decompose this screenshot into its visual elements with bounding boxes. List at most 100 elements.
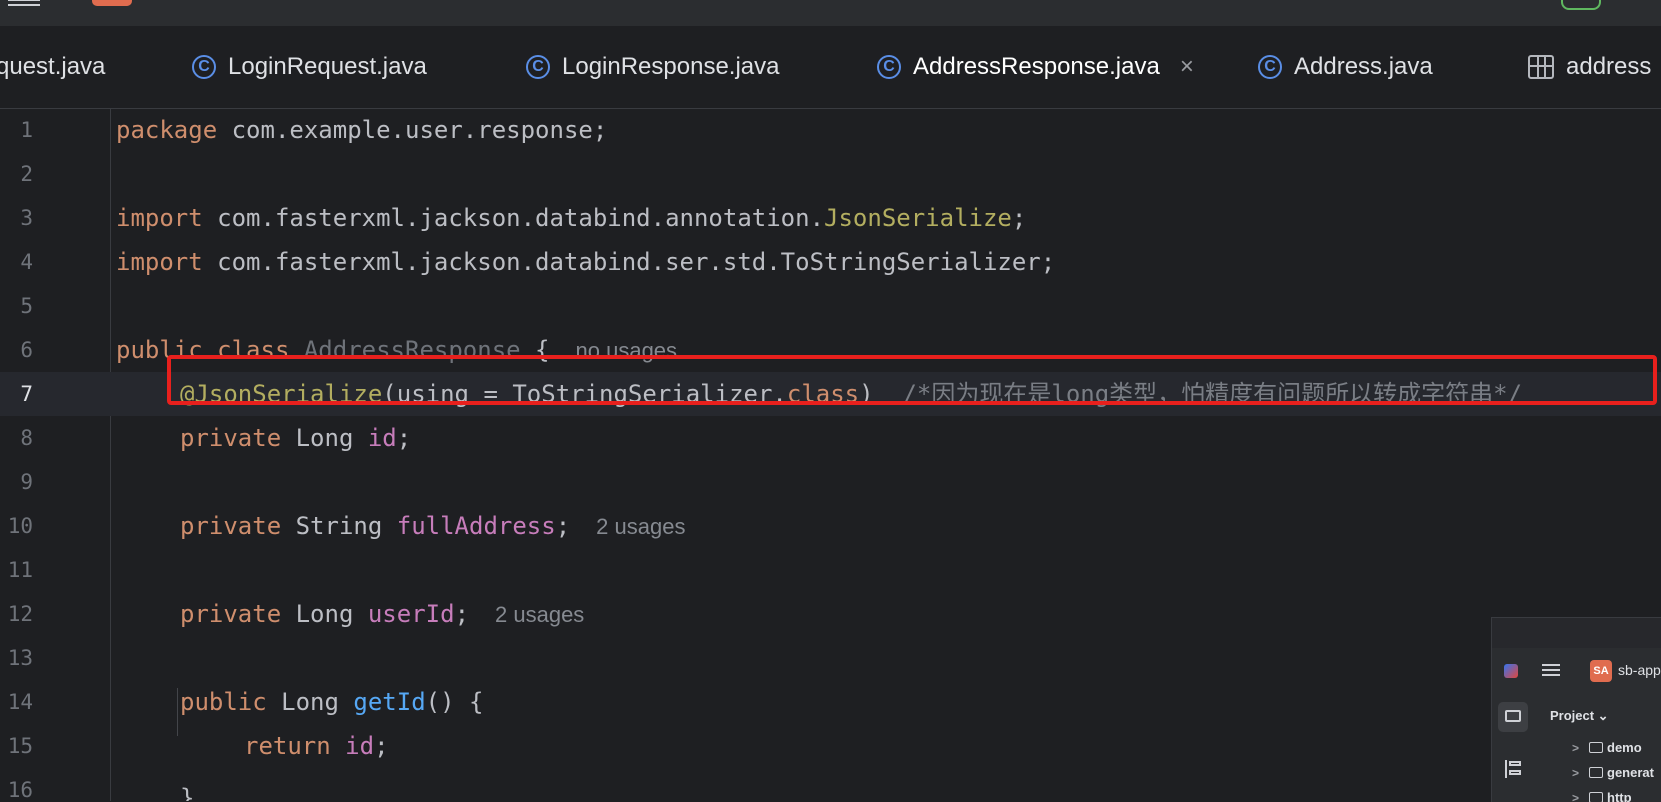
code-text: ;: [556, 512, 570, 540]
table-icon: [1528, 55, 1554, 79]
keyword: private: [180, 424, 281, 452]
code-line: 4 import com.fasterxml.jackson.databind.…: [0, 240, 1661, 284]
tree-item-label: demo: [1607, 740, 1642, 755]
code-line: 10 private String fullAddress; 2 usages: [0, 504, 1661, 548]
code-line: 9: [0, 460, 1661, 504]
code-line: 3 import com.fasterxml.jackson.databind.…: [0, 196, 1661, 240]
code-text: ;: [397, 424, 411, 452]
code-line: 5: [0, 284, 1661, 328]
tab-login-request[interactable]: C LoginRequest.java: [192, 26, 427, 108]
field-name: id: [345, 732, 374, 760]
code-line: 2: [0, 152, 1661, 196]
tab-label: quest.java: [0, 53, 105, 81]
field-name: fullAddress: [397, 512, 556, 540]
line-number: 11: [0, 548, 33, 592]
line-number: 10: [0, 504, 33, 548]
line-number: 2: [0, 152, 33, 196]
field-name: id: [368, 424, 397, 452]
code-text: ;: [455, 600, 469, 628]
line-number: 1: [0, 108, 33, 152]
tab-label: LoginResponse.java: [562, 53, 780, 81]
keyword: import: [116, 248, 203, 276]
keyword: package: [116, 116, 217, 144]
line-number: 13: [0, 636, 33, 680]
line-number: 12: [0, 592, 33, 636]
tab-address-response[interactable]: C AddressResponse.java ×: [877, 26, 1194, 108]
tab-address-java[interactable]: C Address.java: [1258, 26, 1433, 108]
folder-icon: [1505, 710, 1521, 722]
code-text: String: [281, 512, 397, 540]
ide-thumbnail: SA sb-app Project ⌄ > demo >generat > http: [1491, 617, 1661, 802]
line-number: 8: [0, 416, 33, 460]
line-number: 14: [0, 680, 33, 724]
main-menu-icon[interactable]: [8, 0, 40, 6]
field-name: userId: [368, 600, 455, 628]
code-text: }: [180, 784, 194, 801]
project-panel-label[interactable]: Project ⌄: [1550, 708, 1609, 724]
code-text: com.fasterxml.jackson.databind.annotatio…: [203, 204, 824, 232]
class-icon: C: [192, 55, 216, 79]
structure-icon[interactable]: [1505, 760, 1521, 778]
line-number: 4: [0, 240, 33, 284]
tree-item[interactable]: > demo: [1572, 740, 1642, 755]
usage-hint[interactable]: 2 usages: [596, 514, 685, 539]
tab-label: AddressResponse.java: [913, 53, 1160, 81]
chevron-right-icon: >: [1572, 766, 1579, 780]
tree-item[interactable]: > http: [1572, 790, 1632, 802]
status-icon[interactable]: [1561, 0, 1601, 10]
code-line: 11: [0, 548, 1661, 592]
chevron-right-icon: >: [1572, 791, 1579, 802]
line-number: 5: [0, 284, 33, 328]
code-line: 13: [0, 636, 1661, 680]
annotation-highlight-box: [167, 355, 1657, 405]
indent-guide: [177, 688, 178, 736]
code-line: 15 return id;: [0, 724, 1661, 768]
code-text: com.example.user.response;: [217, 116, 607, 144]
usage-hint[interactable]: 2 usages: [495, 602, 584, 627]
project-badge-icon[interactable]: [92, 0, 132, 6]
line-number: 7: [0, 372, 33, 416]
ide-logo-icon: [1504, 664, 1518, 678]
tab-label: address: [1566, 53, 1651, 81]
keyword: public: [180, 688, 267, 716]
tree-item[interactable]: >generat: [1572, 765, 1654, 780]
class-icon: C: [526, 55, 550, 79]
keyword: private: [180, 512, 281, 540]
code-text: Long: [281, 424, 368, 452]
tab-login-response[interactable]: C LoginResponse.java: [526, 26, 780, 108]
method-name: getId: [353, 688, 425, 716]
project-badge: SA: [1590, 660, 1612, 682]
line-number: 15: [0, 724, 33, 768]
tab-address-table[interactable]: address: [1528, 26, 1651, 108]
line-number: 16: [0, 768, 33, 801]
close-icon[interactable]: ×: [1180, 53, 1194, 81]
code-line: 12 private Long userId; 2 usages: [0, 592, 1661, 636]
title-bar: [0, 0, 1661, 26]
line-number: 9: [0, 460, 33, 504]
project-name[interactable]: sb-app: [1618, 662, 1661, 678]
code-text: Long: [281, 600, 368, 628]
code-text: com.fasterxml.jackson.databind.ser.std.T…: [203, 248, 1056, 276]
thumbnail-titlebar: [1492, 618, 1661, 648]
folder-icon: [1589, 742, 1603, 753]
menu-icon[interactable]: [1542, 664, 1560, 678]
chevron-right-icon: >: [1572, 741, 1579, 755]
code-text: ;: [374, 732, 388, 760]
code-editor[interactable]: 1 package com.example.user.response; 2 3…: [0, 108, 1661, 801]
keyword: import: [116, 204, 203, 232]
code-line: 8 private Long id;: [0, 416, 1661, 460]
tab-label: Address.java: [1294, 53, 1433, 81]
tab-request-java[interactable]: quest.java: [0, 26, 105, 108]
line-number: 3: [0, 196, 33, 240]
editor-tab-bar: quest.java C LoginRequest.java C LoginRe…: [0, 26, 1661, 109]
tree-item-label: http: [1607, 790, 1632, 802]
code-line: 14 public Long getId() {: [0, 680, 1661, 724]
line-number: 6: [0, 328, 33, 372]
code-text: Long: [267, 688, 354, 716]
code-text: () {: [426, 688, 484, 716]
folder-icon: [1589, 767, 1603, 778]
keyword: return: [244, 732, 331, 760]
keyword: private: [180, 600, 281, 628]
code-line: 16 }: [0, 768, 1661, 801]
tab-label: LoginRequest.java: [228, 53, 427, 81]
